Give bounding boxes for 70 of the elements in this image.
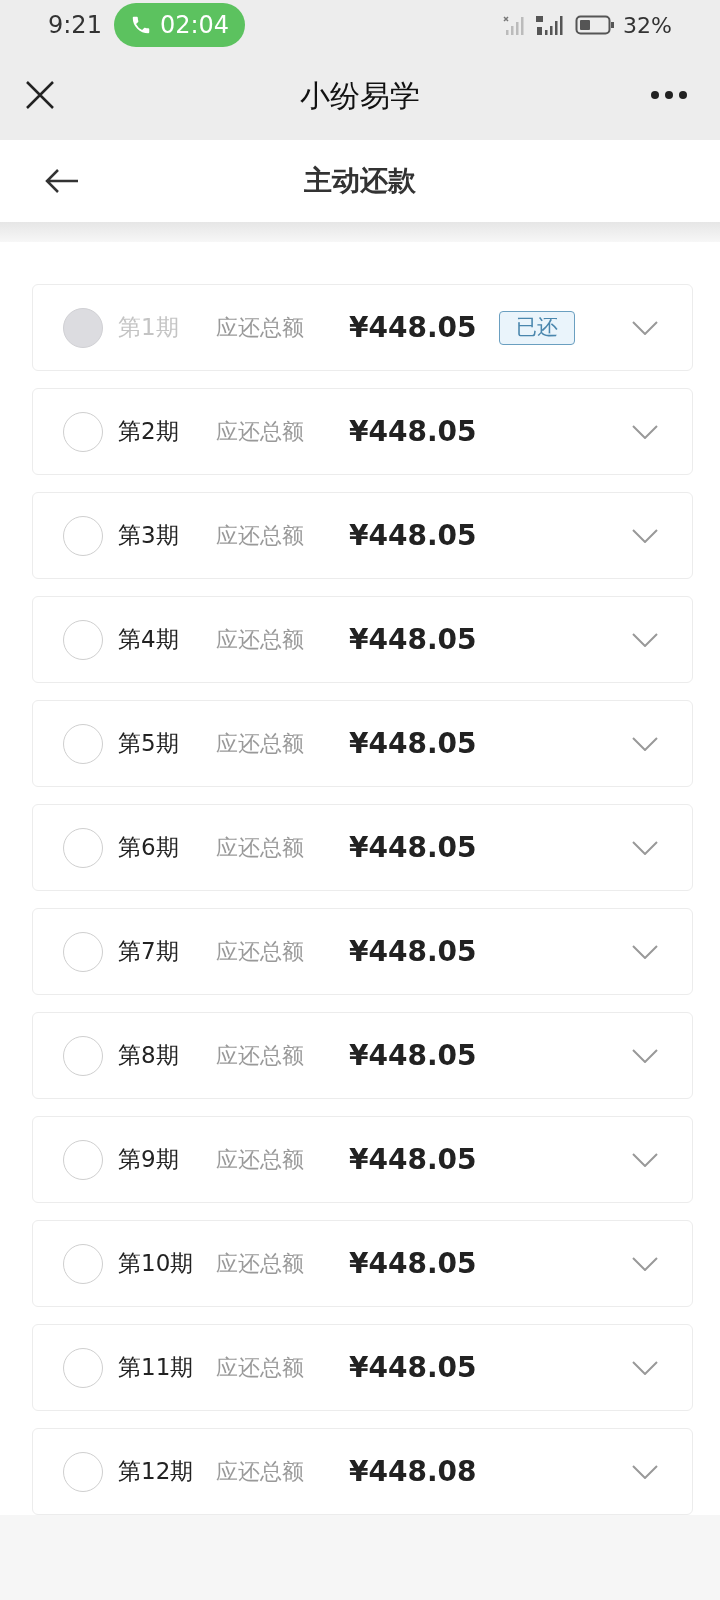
period-label: 第9期: [118, 1145, 180, 1175]
installment-card[interactable]: 第9期 应还总额 ¥448.05: [32, 1116, 693, 1203]
installment-card[interactable]: 第3期 应还总额 ¥448.05: [32, 492, 693, 579]
installment-card[interactable]: 第11期 应还总额 ¥448.05: [32, 1324, 693, 1411]
chevron-down-icon[interactable]: [632, 1152, 658, 1167]
amount-value: ¥448.05: [349, 725, 477, 762]
period-label: 第1期: [118, 313, 180, 343]
period-label: 第12期: [118, 1457, 195, 1487]
back-icon[interactable]: [44, 168, 80, 194]
paid-badge: 已还: [498, 310, 575, 345]
battery-percent: 32%: [623, 11, 672, 40]
chevron-down-icon[interactable]: [632, 632, 658, 647]
installment-card[interactable]: 第1期 应还总额 ¥448.05 已还: [32, 284, 693, 371]
amount-value: ¥448.05: [349, 829, 477, 866]
amount-label: 应还总额: [216, 1042, 305, 1070]
period-label: 第10期: [118, 1249, 195, 1279]
period-label: 第2期: [118, 417, 180, 447]
period-label: 第7期: [118, 937, 180, 967]
amount-value: ¥448.08: [349, 1453, 477, 1490]
battery-icon: [575, 14, 616, 36]
more-icon[interactable]: [650, 90, 688, 100]
chevron-down-icon[interactable]: [632, 528, 658, 543]
installment-card[interactable]: 第2期 应还总额 ¥448.05: [32, 388, 693, 475]
amount-value: ¥448.05: [349, 517, 477, 554]
status-time: 9:21: [48, 10, 102, 41]
installment-card[interactable]: 第10期 应还总额 ¥448.05: [32, 1220, 693, 1307]
chevron-down-icon[interactable]: [632, 944, 658, 959]
app-title: 小纷易学: [300, 76, 420, 115]
period-label: 第4期: [118, 625, 180, 655]
period-label: 第5期: [118, 729, 180, 759]
period-label: 第11期: [118, 1353, 195, 1383]
chevron-down-icon[interactable]: [632, 1360, 658, 1375]
amount-label: 应还总额: [216, 418, 305, 446]
installment-card[interactable]: 第4期 应还总额 ¥448.05: [32, 596, 693, 683]
period-label: 第8期: [118, 1041, 180, 1071]
period-label: 第3期: [118, 521, 180, 551]
amount-value: ¥448.05: [349, 309, 477, 346]
installment-card[interactable]: 第6期 应还总额 ¥448.05: [32, 804, 693, 891]
amount-label: 应还总额: [216, 1146, 305, 1174]
chevron-down-icon[interactable]: [632, 736, 658, 751]
amount-value: ¥448.05: [349, 621, 477, 658]
amount-value: ¥448.05: [349, 933, 477, 970]
installment-card[interactable]: 第8期 应还总额 ¥448.05: [32, 1012, 693, 1099]
chevron-down-icon[interactable]: [632, 1256, 658, 1271]
period-label: 第6期: [118, 833, 180, 863]
chevron-down-icon[interactable]: [632, 320, 658, 335]
amount-label: 应还总额: [216, 730, 305, 758]
amount-label: 应还总额: [216, 1250, 305, 1278]
installment-card[interactable]: 第7期 应还总额 ¥448.05: [32, 908, 693, 995]
amount-label: 应还总额: [216, 314, 305, 342]
chevron-down-icon[interactable]: [632, 1048, 658, 1063]
amount-label: 应还总额: [216, 522, 305, 550]
amount-value: ¥448.05: [349, 1349, 477, 1386]
close-icon[interactable]: [24, 79, 56, 111]
amount-label: 应还总额: [216, 938, 305, 966]
chevron-down-icon[interactable]: [632, 424, 658, 439]
amount-value: ¥448.05: [349, 1245, 477, 1282]
chevron-down-icon[interactable]: [632, 840, 658, 855]
amount-label: 应还总额: [216, 1458, 305, 1486]
amount-label: 应还总额: [216, 626, 305, 654]
amount-value: ¥448.05: [349, 1141, 477, 1178]
page-title: 主动还款: [304, 163, 416, 199]
amount-value: ¥448.05: [349, 413, 477, 450]
amount-label: 应还总额: [216, 1354, 305, 1382]
amount-label: 应还总额: [216, 834, 305, 862]
installment-card[interactable]: 第12期 应还总额 ¥448.08: [32, 1428, 693, 1515]
call-timer: 02:04: [159, 10, 230, 41]
installment-card[interactable]: 第5期 应还总额 ¥448.05: [32, 700, 693, 787]
amount-value: ¥448.05: [349, 1037, 477, 1074]
chevron-down-icon[interactable]: [632, 1464, 658, 1479]
